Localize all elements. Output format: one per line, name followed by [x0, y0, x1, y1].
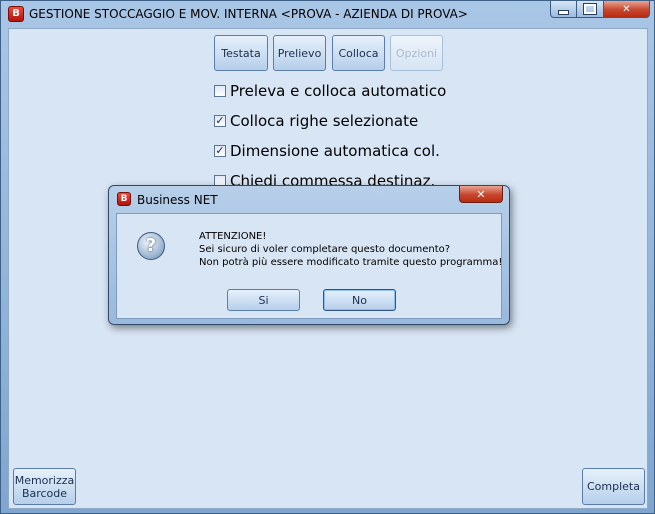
- colloca-button[interactable]: Colloca: [332, 35, 385, 71]
- minimize-icon: [558, 9, 569, 15]
- business-net-icon: B: [117, 192, 131, 206]
- option-label: Colloca righe selezionate: [230, 112, 419, 130]
- maximize-button[interactable]: [577, 1, 604, 18]
- option-dimensione-auto[interactable]: ✓ Dimensione automatica col.: [214, 140, 440, 162]
- message-line-3: Non potrà più essere modificato tramite …: [199, 257, 503, 268]
- close-icon: ✕: [622, 3, 631, 15]
- dialog-title: Business NET: [137, 193, 218, 207]
- question-icon: ?: [137, 232, 165, 260]
- button-label-line1: Memorizza: [14, 473, 75, 487]
- close-button[interactable]: ✕: [604, 1, 650, 18]
- yes-button[interactable]: Si: [227, 289, 300, 311]
- minimize-button[interactable]: [550, 1, 577, 18]
- business-net-icon[interactable]: B: [8, 6, 24, 22]
- testata-button[interactable]: Testata: [214, 35, 268, 71]
- maximize-icon: [583, 3, 597, 15]
- confirm-dialog: B Business NET ✕ ? ATTENZIONE! Sei sicur…: [108, 185, 510, 325]
- close-icon: ✕: [476, 187, 486, 201]
- checkbox[interactable]: [214, 85, 226, 97]
- option-label: Preleva e colloca automatico: [230, 82, 447, 100]
- no-button[interactable]: No: [323, 289, 396, 311]
- caption-buttons: ✕: [550, 1, 650, 19]
- completa-button[interactable]: Completa: [582, 468, 645, 505]
- dialog-close-button[interactable]: ✕: [459, 186, 503, 203]
- opzioni-button: Opzioni: [390, 35, 443, 71]
- message-line-2: Sei sicuro di voler completare questo do…: [199, 244, 451, 255]
- checkbox-checked[interactable]: ✓: [214, 115, 226, 127]
- memorizza-barcode-button[interactable]: Memorizza Barcode: [13, 468, 76, 505]
- option-preleva-colloca[interactable]: Preleva e colloca automatico: [214, 80, 446, 102]
- dialog-body: ? ATTENZIONE! Sei sicuro di voler comple…: [116, 213, 502, 319]
- option-label: Dimensione automatica col.: [230, 142, 440, 160]
- button-label-line2: Barcode: [21, 486, 68, 500]
- checkbox-checked[interactable]: ✓: [214, 145, 226, 157]
- title-bar[interactable]: B GESTIONE STOCCAGGIO E MOV. INTERNA <PR…: [1, 1, 654, 27]
- option-colloca-righe[interactable]: ✓ Colloca righe selezionate: [214, 110, 418, 132]
- prelievo-button[interactable]: Prelievo: [273, 35, 326, 71]
- window-title: GESTIONE STOCCAGGIO E MOV. INTERNA <PROV…: [29, 7, 468, 21]
- message-line-1: ATTENZIONE!: [199, 231, 267, 242]
